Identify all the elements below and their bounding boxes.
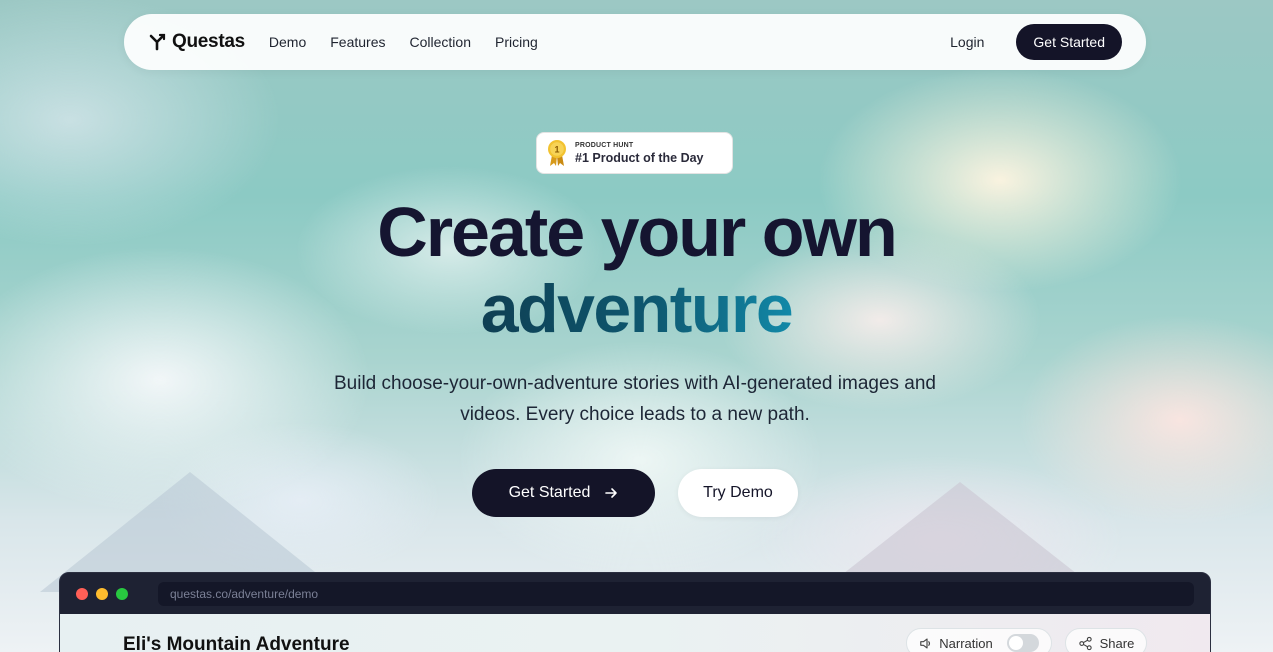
login-link[interactable]: Login [950,34,984,50]
hero-get-started-button[interactable]: Get Started [472,469,655,517]
address-bar: questas.co/adventure/demo [158,581,1194,606]
hero-title-line2: adventure [0,273,1273,345]
story-title: Eli's Mountain Adventure [123,634,350,652]
hero-subtitle-line2: videos. Every choice leads to a new path… [460,404,810,425]
try-demo-button[interactable]: Try Demo [678,469,798,517]
nav-link-demo[interactable]: Demo [269,34,306,50]
brand-name: Questas [172,31,245,52]
window-minimize-dot [96,587,108,600]
arrow-right-icon [605,488,618,498]
hero-title-line1: Create your own [377,193,897,271]
hero-subtitle-line1: Build choose-your-own-adventure stories … [334,373,936,394]
share-icon [1078,636,1092,650]
share-button[interactable]: Share [1065,628,1147,652]
share-label: Share [1099,635,1135,651]
nav-link-pricing[interactable]: Pricing [495,34,538,50]
medal-icon: 1 [548,140,566,166]
badge-small-label: PRODUCT HUNT [575,141,634,149]
narration-switch[interactable] [1006,634,1039,652]
brand-logo[interactable]: Questas [148,31,245,53]
browser-toolbar: questas.co/adventure/demo [60,573,1210,614]
demo-browser-window: questas.co/adventure/demo Eli's Mountain… [59,572,1211,652]
speaker-icon [920,637,931,649]
nav-link-features[interactable]: Features [330,34,385,50]
badge-text: PRODUCT HUNT #1 Product of the Day [575,142,704,165]
top-navbar: Questas Demo Features Collection Pricing… [124,14,1146,70]
address-bar-url: questas.co/adventure/demo [170,586,319,601]
product-hunt-badge[interactable]: 1 PRODUCT HUNT #1 Product of the Day [536,132,733,174]
medal-number: 1 [554,145,559,155]
demo-story-view: Eli's Mountain Adventure Narration Share [60,614,1210,652]
badge-big-label: #1 Product of the Day [575,150,704,165]
hero-subtitle: Build choose-your-own-adventure stories … [290,368,980,430]
narration-label: Narration [939,635,993,651]
hero-title-gradient-word: adventure [480,271,794,347]
nav-links: Demo Features Collection Pricing [269,34,538,50]
hero-get-started-label: Get Started [508,484,591,501]
narration-toggle[interactable]: Narration [906,628,1052,652]
window-close-dot [76,587,88,600]
branch-logo-icon [149,33,166,51]
window-maximize-dot [116,587,128,600]
nav-link-collection[interactable]: Collection [410,34,471,50]
nav-get-started-button[interactable]: Get Started [1016,24,1122,60]
